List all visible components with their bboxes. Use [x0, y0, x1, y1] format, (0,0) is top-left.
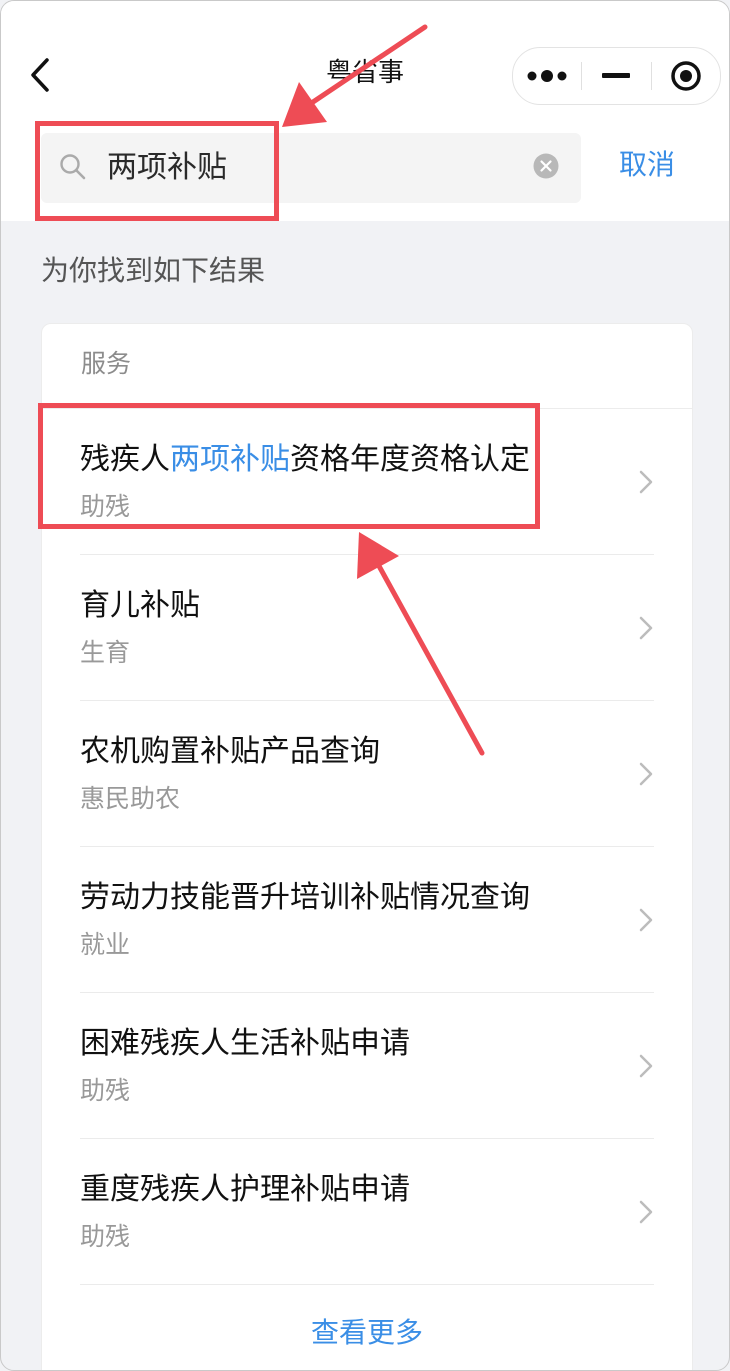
arrow-shaft	[376, 563, 485, 756]
annotation-arrows	[282, 24, 485, 756]
mini-program-window: 粤省事 两项补贴 取消 为你找到如下结果 服务 残疾人两项补贴资格年度资格认定 …	[0, 0, 730, 1371]
arrow-head	[282, 82, 327, 127]
arrow-shaft	[310, 24, 428, 105]
arrow-head	[357, 532, 399, 579]
